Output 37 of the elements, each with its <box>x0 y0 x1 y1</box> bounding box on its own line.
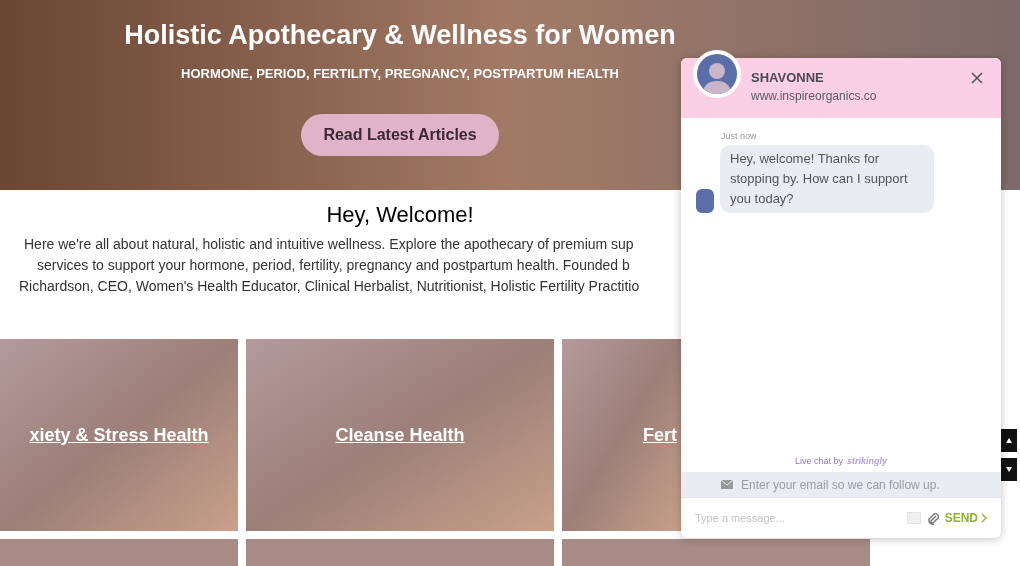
read-articles-button[interactable]: Read Latest Articles <box>301 113 499 156</box>
agent-website: www.inspireorganics.co <box>751 88 877 105</box>
paperclip-icon[interactable] <box>926 511 939 525</box>
up-arrow-icon <box>1006 438 1012 443</box>
welcome-heading: Hey, Welcome! <box>326 202 474 228</box>
agent-mini-avatar <box>696 189 714 213</box>
hero-title: Holistic Apothecary & Wellness for Women <box>124 19 676 52</box>
down-arrow-icon <box>1006 467 1012 472</box>
chevron-right-icon <box>981 513 987 523</box>
category-tile[interactable]: Cleanse Health <box>246 339 554 531</box>
category-link[interactable]: Fert <box>643 421 677 449</box>
send-button[interactable]: SEND <box>944 509 987 527</box>
category-tile[interactable] <box>246 539 554 566</box>
welcome-text: Here we're all about natural, holistic and intuitive wellness. Explore the apothecary of premium sup <box>24 236 634 252</box>
powered-by-text: Live chat by <box>794 454 843 468</box>
hero-subtitle: HORMONE, PERIOD, FERTILITY, PREGNANCY, POSTPARTUM HEALTH <box>181 65 619 83</box>
category-tile[interactable]: Fert <box>562 339 681 531</box>
scroll-up-button[interactable] <box>1001 429 1017 452</box>
category-link[interactable]: Cleanse Health <box>335 421 465 449</box>
category-link[interactable]: xiety & Stress Health <box>29 421 209 449</box>
message-time: Just now <box>721 130 758 142</box>
welcome-text: services to support your hormone, period, fertility, pregnancy and postpartum health. Founded b <box>37 257 630 273</box>
brand-logo[interactable]: strikingly <box>847 454 887 468</box>
category-tile[interactable] <box>562 539 870 566</box>
close-button[interactable] <box>969 70 985 86</box>
email-field[interactable]: Enter your email so we can follow up. <box>681 472 1001 498</box>
email-input[interactable]: Enter your email so we can follow up. <box>741 475 961 494</box>
welcome-text: Richardson, CEO, Women's Health Educator, Clinical Herbalist, Nutritionist, Holistic Fertility Practitio <box>19 278 640 294</box>
envelope-icon <box>721 480 733 489</box>
scroll-down-button[interactable] <box>1001 458 1017 481</box>
agent-name: SHAVONNE <box>751 69 825 87</box>
category-tile[interactable] <box>0 539 238 566</box>
message-bubble: Hey, welcome! Thanks for stopping by. How can I support you today? <box>720 145 934 213</box>
close-icon <box>971 72 983 84</box>
category-tile[interactable]: xiety & Stress Health <box>0 339 238 531</box>
message-input[interactable]: Type a message... <box>695 509 901 527</box>
person-silhouette-icon <box>702 60 732 94</box>
